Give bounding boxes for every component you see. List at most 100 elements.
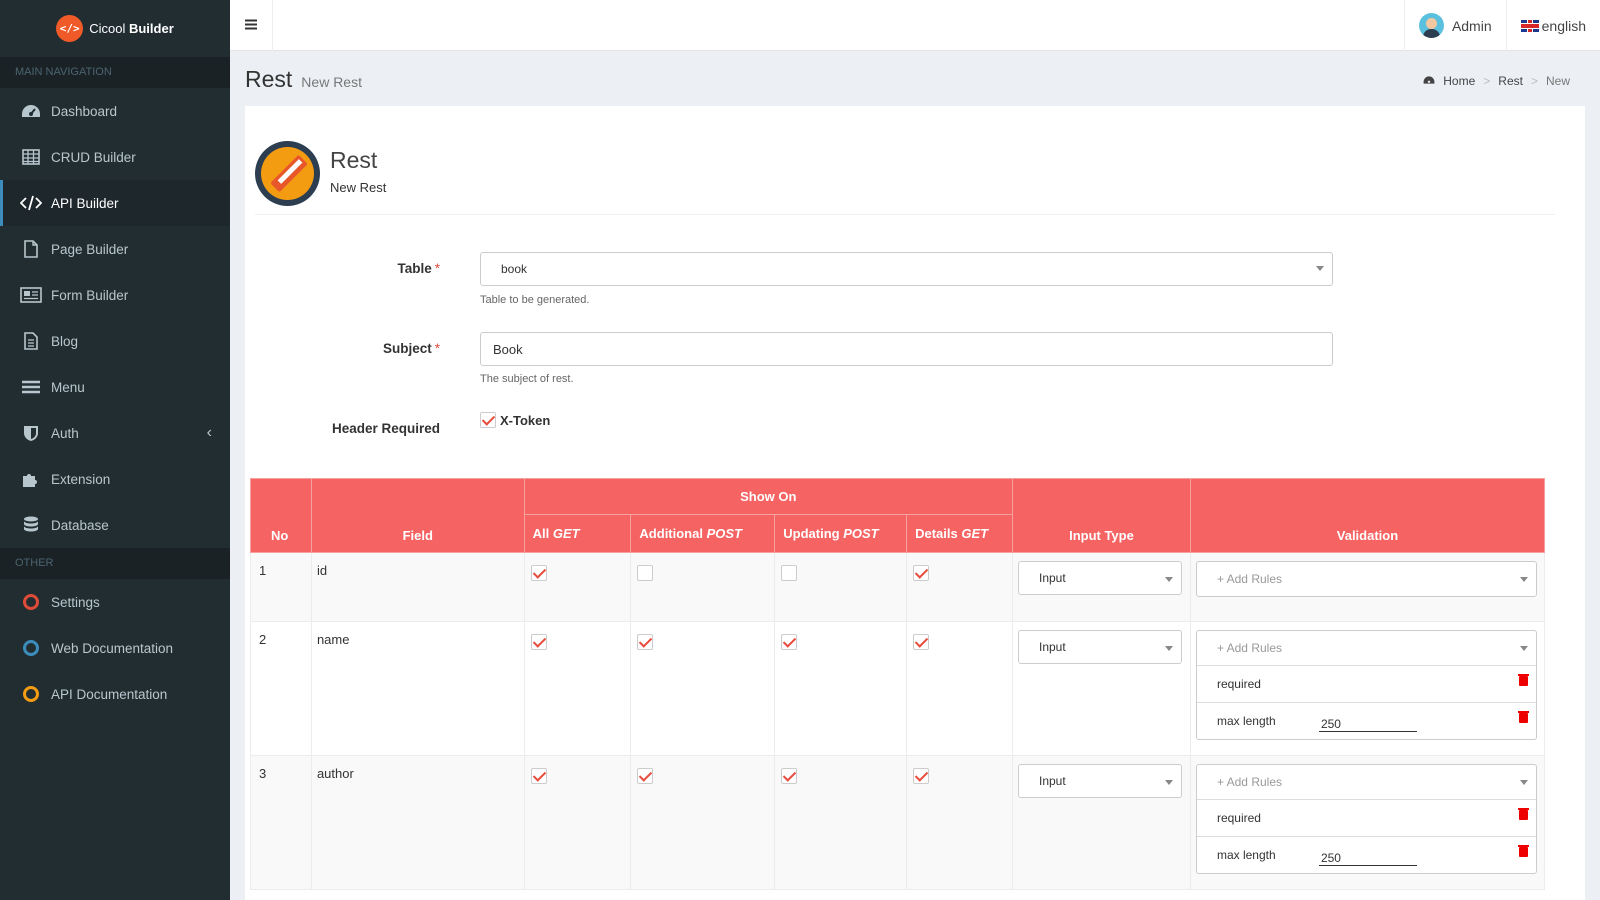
sidebar-item-label: Auth	[51, 425, 79, 441]
all-get-checkbox[interactable]	[530, 634, 547, 650]
sidebar-item-web-documentation[interactable]: Web Documentation	[0, 625, 230, 671]
table-icon	[20, 147, 42, 167]
sidebar-item-label: Blog	[51, 333, 79, 349]
additional-post-checkbox[interactable]	[637, 634, 654, 650]
add-rules-placeholder: + Add Rules	[1216, 775, 1282, 789]
checkbox[interactable]	[480, 412, 496, 428]
breadcrumb-current: New	[1545, 74, 1570, 88]
validation-box: + Add Rules	[1195, 561, 1537, 597]
nav-header-other: OTHER	[0, 548, 230, 579]
all-get-checkbox[interactable]	[530, 768, 547, 784]
sidebar-item-label: API Documentation	[51, 686, 168, 702]
breadcrumb-home[interactable]: Home	[1443, 74, 1475, 88]
content-header: Rest New Rest	[245, 66, 362, 93]
details-get-checkbox[interactable]	[913, 565, 930, 581]
all-get-checkbox[interactable]	[530, 565, 547, 581]
chevron-left-icon[interactable]: ‹	[207, 424, 212, 442]
sidebar-item-blog[interactable]: Blog	[0, 318, 230, 364]
pencil-icon	[255, 141, 320, 206]
validation-rule: max length 250	[1196, 702, 1536, 739]
trash-icon[interactable]	[1517, 674, 1529, 686]
sidebar-item-page-builder[interactable]: Page Builder	[0, 226, 230, 272]
table-select[interactable]: book	[480, 252, 1333, 286]
breadcrumb: Home > Rest > New	[1423, 74, 1570, 88]
caret-down-icon	[1316, 266, 1324, 271]
sidebar-item-label: Web Documentation	[51, 640, 174, 656]
table-row: 3 author Input + Add Rules required max …	[250, 755, 1546, 890]
sidebar-item-settings[interactable]: Settings	[0, 579, 230, 625]
circle-icon	[20, 638, 42, 658]
sidebar-item-menu[interactable]: Menu	[0, 364, 230, 410]
input-type-select[interactable]: Input	[1017, 561, 1182, 595]
caret-down-icon	[1164, 577, 1173, 582]
sidebar-item-dashboard[interactable]: Dashboard	[0, 88, 230, 134]
header-required-label: Header Required	[331, 421, 440, 436]
table-row: 2 name Input + Add Rules required max le…	[250, 621, 1546, 756]
breadcrumb-separator: >	[1483, 74, 1491, 88]
additional-post-checkbox[interactable]	[637, 565, 654, 581]
validation-rule: max length 250	[1196, 836, 1536, 873]
sidebar-item-label: API Builder	[51, 195, 119, 211]
sidebar-item-label: Page Builder	[51, 241, 129, 257]
details-get-checkbox[interactable]	[913, 634, 930, 650]
details-get-checkbox[interactable]	[913, 768, 930, 784]
brand-name: Cicool Builder	[89, 21, 174, 36]
input-type-select[interactable]: Input	[1017, 630, 1182, 664]
rule-value-input[interactable]: 250	[1318, 717, 1417, 732]
hamburger-icon	[245, 17, 257, 35]
top-navbar: Admin english	[230, 0, 1600, 51]
subject-help-text: The subject of rest.	[480, 373, 574, 385]
file-icon	[20, 239, 42, 259]
subject-label: Subject *	[382, 341, 440, 356]
validation-rule: required	[1196, 665, 1536, 702]
breadcrumb-rest[interactable]: Rest	[1498, 74, 1523, 88]
nav-header-main: MAIN NAVIGATION	[0, 57, 230, 88]
rule-name: required	[1216, 677, 1261, 691]
sidebar-item-api-builder[interactable]: API Builder	[0, 180, 230, 226]
subject-input[interactable]: Book	[480, 332, 1333, 366]
updating-post-checkbox[interactable]	[781, 768, 798, 784]
sidebar-item-database[interactable]: Database	[0, 502, 230, 548]
sidebar-item-label: Database	[51, 517, 109, 533]
sidebar-item-form-builder[interactable]: Form Builder	[0, 272, 230, 318]
puzzle-icon	[20, 469, 42, 489]
document-icon	[20, 331, 42, 351]
input-type-value: Input	[1038, 774, 1066, 788]
input-type-value: Input	[1038, 571, 1066, 585]
trash-icon[interactable]	[1517, 711, 1529, 723]
sidebar-item-label: Form Builder	[51, 287, 129, 303]
add-rules-select[interactable]: + Add Rules	[1197, 631, 1536, 665]
rule-value-input[interactable]: 250	[1318, 851, 1417, 866]
box-subtitle: New Rest	[330, 180, 387, 195]
sidebar-item-crud-builder[interactable]: CRUD Builder	[0, 134, 230, 180]
uk-flag-icon	[1520, 19, 1539, 32]
add-rules-select[interactable]: + Add Rules	[1197, 562, 1536, 596]
language-label: english	[1541, 17, 1586, 34]
add-rules-select[interactable]: + Add Rules	[1197, 765, 1536, 799]
dashboard-icon	[1423, 74, 1435, 88]
sidebar-item-auth[interactable]: Auth ‹	[0, 410, 230, 456]
sidebar-toggle-button[interactable]	[230, 0, 273, 51]
validation-box: + Add Rules required max length 250	[1195, 764, 1537, 874]
code-icon: </>	[56, 15, 84, 42]
rule-name: max length	[1216, 848, 1276, 862]
user-menu[interactable]: Admin	[1403, 0, 1506, 51]
logo[interactable]: </> Cicool Builder	[0, 0, 230, 57]
rest-form-box: Rest New Rest Table * book Table to be ge…	[245, 106, 1585, 900]
x-token-checkbox[interactable]: X-Token	[480, 412, 550, 428]
updating-post-checkbox[interactable]	[781, 634, 798, 650]
language-menu[interactable]: english	[1505, 0, 1600, 51]
sidebar-item-extension[interactable]: Extension	[0, 456, 230, 502]
row-field: name	[310, 621, 525, 756]
additional-post-checkbox[interactable]	[637, 768, 654, 784]
sidebar-item-api-documentation[interactable]: API Documentation	[0, 671, 230, 717]
add-rules-placeholder: + Add Rules	[1216, 641, 1282, 655]
trash-icon[interactable]	[1517, 808, 1529, 820]
row-no: 2	[250, 621, 312, 756]
sidebar-item-label: Menu	[51, 379, 85, 395]
updating-post-checkbox[interactable]	[781, 565, 798, 581]
input-type-select[interactable]: Input	[1017, 764, 1182, 798]
trash-icon[interactable]	[1517, 845, 1529, 857]
validation-rule: required	[1196, 799, 1536, 836]
column-header-input-type: Input Type	[1011, 478, 1191, 553]
